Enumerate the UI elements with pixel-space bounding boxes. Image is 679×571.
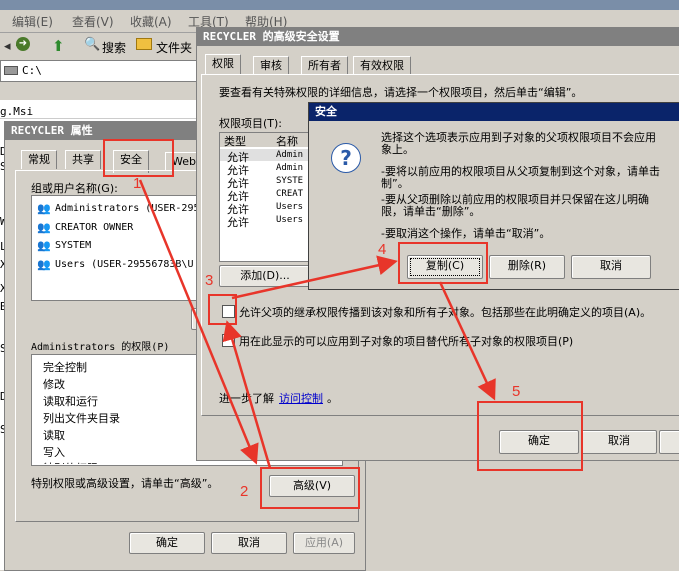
arrow-step4 [438,281,496,401]
arrow-step3 [231,255,398,300]
annotation-arrows [138,179,496,469]
arrow-step1 [138,179,259,465]
